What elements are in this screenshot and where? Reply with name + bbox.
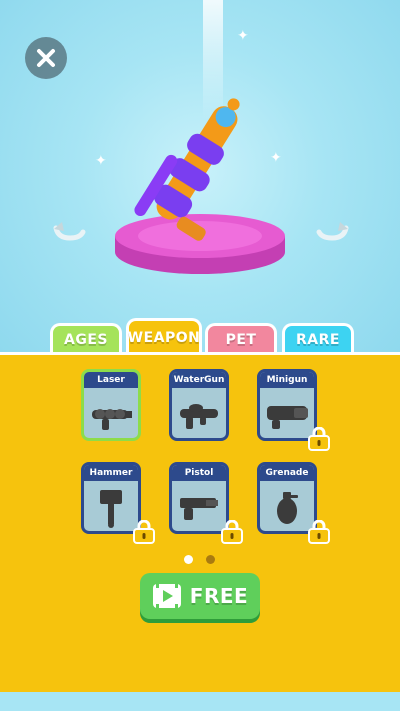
tab-weapon[interactable]: WEAPON: [126, 318, 202, 355]
minigun-icon: [267, 406, 308, 429]
weapon-name: Grenade: [260, 465, 314, 481]
free-video-button[interactable]: FREE: [140, 573, 260, 619]
bottom-strip: [0, 692, 400, 711]
tab-label: AGES: [64, 332, 108, 348]
grenade-icon: [277, 492, 298, 524]
weapon-card-laser[interactable]: Laser: [81, 369, 141, 441]
tab-pet[interactable]: PET: [205, 323, 277, 354]
free-button-label: FREE: [189, 584, 249, 608]
weapon-name: WaterGun: [172, 372, 226, 388]
page-indicator: [184, 555, 216, 565]
weapon-card-hammer[interactable]: Hammer: [81, 462, 141, 534]
weapon-preview[interactable]: [100, 60, 300, 285]
page-dot[interactable]: [206, 555, 215, 564]
weapon-card-pistol[interactable]: Pistol: [169, 462, 229, 534]
lock-icon: [308, 427, 330, 451]
tab-label: RARE: [296, 332, 340, 348]
sparkle-icon: ✦: [237, 28, 249, 44]
weapon-name: Minigun: [260, 372, 314, 388]
lock-icon: [133, 520, 155, 544]
weapon-name: Hammer: [84, 465, 138, 481]
tab-label: WEAPON: [127, 330, 201, 346]
pistol-icon: [180, 498, 218, 520]
tab-label: PET: [225, 332, 257, 348]
video-play-icon: [152, 584, 181, 608]
weapon-name: Laser: [84, 372, 138, 388]
rotate-left-icon[interactable]: [52, 218, 86, 244]
hammer-icon: [100, 490, 122, 528]
item-showcase: ✦ ✦ ✦ ✦: [0, 0, 400, 352]
rotate-right-icon[interactable]: [316, 218, 350, 244]
weapon-name: Pistol: [172, 465, 226, 481]
water-gun-icon: [180, 404, 218, 429]
weapon-shop-screen: ✦ ✦ ✦ ✦: [0, 0, 400, 711]
tab-ages[interactable]: AGES: [50, 323, 122, 354]
lock-icon: [221, 520, 243, 544]
lock-icon: [308, 520, 330, 544]
weapon-card-watergun[interactable]: WaterGun: [169, 369, 229, 441]
tab-rare[interactable]: RARE: [282, 323, 354, 354]
close-icon: [37, 49, 55, 67]
page-dot-active[interactable]: [184, 555, 193, 564]
laser-gun-icon: [92, 409, 132, 430]
close-button[interactable]: [25, 37, 67, 79]
